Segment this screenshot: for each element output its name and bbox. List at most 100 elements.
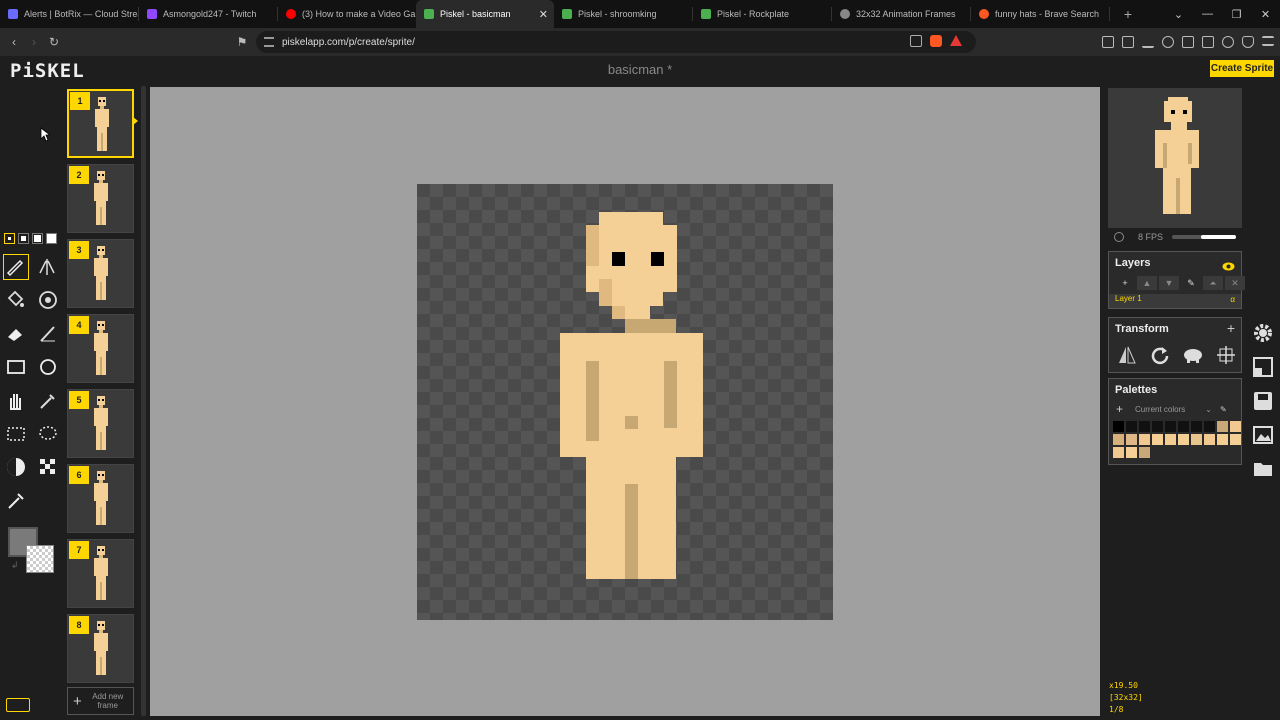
align-center-icon[interactable] <box>1214 344 1238 366</box>
chevron-down-icon[interactable]: ⌄ <box>1205 405 1212 414</box>
share-icon[interactable] <box>910 35 922 47</box>
extension-puzzle-icon[interactable] <box>1102 36 1114 48</box>
back-icon[interactable]: ‹ <box>4 32 24 52</box>
hand-icon[interactable] <box>3 388 29 414</box>
tab-piskel-rockplate[interactable]: Piskel - Rockplate <box>693 0 831 28</box>
pen-size-4[interactable] <box>46 233 57 244</box>
pen-size-3[interactable] <box>32 233 43 244</box>
keyboard-shortcuts-icon[interactable] <box>6 698 30 712</box>
edit-layer-icon[interactable]: ✎ <box>1181 276 1201 290</box>
move-layer-up-icon[interactable]: ▲ <box>1137 276 1157 290</box>
tab-brave-search[interactable]: funny hats - Brave Search <box>971 0 1109 28</box>
frame-thumbnail[interactable]: 8 <box>67 614 134 683</box>
palette-swatch[interactable] <box>1139 447 1150 458</box>
animation-preview[interactable] <box>1108 88 1242 228</box>
sidebar-icon[interactable] <box>1182 36 1194 48</box>
palette-swatch[interactable] <box>1191 421 1202 432</box>
brave-rewards-icon[interactable] <box>950 35 962 46</box>
rotate-icon[interactable] <box>1148 344 1172 366</box>
add-transform-icon[interactable]: + <box>1227 320 1235 336</box>
move-layer-down-icon[interactable]: ▼ <box>1159 276 1179 290</box>
delete-layer-icon[interactable]: ✕ <box>1225 276 1245 290</box>
palette-swatch[interactable] <box>1230 434 1241 445</box>
new-tab-button[interactable]: + <box>1118 6 1138 22</box>
eyedropper-icon[interactable] <box>3 488 29 514</box>
export-image-icon[interactable] <box>1252 424 1274 446</box>
dither-icon[interactable] <box>35 454 61 480</box>
palette-swatch[interactable] <box>1126 421 1137 432</box>
address-bar[interactable]: piskelapp.com/p/create/sprite/ <box>256 31 976 53</box>
lighten-icon[interactable] <box>3 454 29 480</box>
magic-wand-icon[interactable] <box>35 287 61 313</box>
reload-icon[interactable]: ↻ <box>44 32 64 52</box>
palette-swatch[interactable] <box>1178 421 1189 432</box>
palette-swatch[interactable] <box>1113 434 1124 445</box>
menu-icon[interactable] <box>1262 36 1274 46</box>
pen-size-1[interactable] <box>4 233 15 244</box>
tab-piskel-shroomking[interactable]: Piskel - shroomking <box>554 0 692 28</box>
color-picker-icon[interactable] <box>35 388 61 414</box>
frame-thumbnail[interactable]: 5 <box>67 389 134 458</box>
vpn-icon[interactable] <box>1242 36 1254 48</box>
forward-icon[interactable]: › <box>24 32 44 52</box>
download-icon[interactable] <box>1142 36 1154 48</box>
frame-thumbnail[interactable]: 4 <box>67 314 134 383</box>
tab-search-icon[interactable]: ⌄ <box>1164 8 1193 21</box>
close-tab-icon[interactable]: ✕ <box>539 8 548 21</box>
merge-layer-icon[interactable]: ⏶ <box>1203 276 1223 290</box>
eraser-icon[interactable] <box>3 321 29 347</box>
onion-skin-icon[interactable] <box>1114 232 1124 242</box>
rect-select-icon[interactable] <box>3 421 29 447</box>
circle-icon[interactable] <box>35 354 61 380</box>
layer-item[interactable]: Layer 1 α <box>1109 294 1241 308</box>
swap-colors-icon[interactable]: ↲ <box>11 560 19 571</box>
palette-swatch[interactable] <box>1113 447 1124 458</box>
stroke-icon[interactable] <box>35 321 61 347</box>
create-sprite-button[interactable]: Create Sprite <box>1210 60 1274 77</box>
save-icon[interactable] <box>1252 390 1274 412</box>
tab-youtube[interactable]: (3) How to make a Video Gam <box>278 0 416 28</box>
palette-swatch[interactable] <box>1204 434 1215 445</box>
frame-thumbnail[interactable]: 2 <box>67 164 134 233</box>
piskel-logo[interactable]: PiSKEL <box>10 60 85 82</box>
palette-swatch[interactable] <box>1178 434 1189 445</box>
frame-thumbnail[interactable]: 6 <box>67 464 134 533</box>
palette-swatch[interactable] <box>1165 421 1176 432</box>
palette-swatch[interactable] <box>1230 421 1241 432</box>
close-window-icon[interactable]: ✕ <box>1251 8 1280 21</box>
maximize-icon[interactable]: ❐ <box>1222 8 1251 21</box>
add-new-frame-button[interactable]: + Add new frame <box>67 687 134 715</box>
palette-swatch[interactable] <box>1165 434 1176 445</box>
paint-bucket-icon[interactable] <box>3 287 29 313</box>
palette-swatch[interactable] <box>1139 421 1150 432</box>
palette-swatch[interactable] <box>1113 421 1124 432</box>
palette-swatch[interactable] <box>1152 434 1163 445</box>
flip-icon[interactable] <box>1115 344 1139 366</box>
palette-swatch[interactable] <box>1191 434 1202 445</box>
pen-icon[interactable] <box>3 254 29 280</box>
palette-swatch[interactable] <box>1152 421 1163 432</box>
palette-swatch[interactable] <box>1217 421 1228 432</box>
edit-palette-icon[interactable]: ✎ <box>1220 405 1227 414</box>
sprite-canvas[interactable] <box>417 184 833 620</box>
site-settings-icon[interactable] <box>264 37 274 47</box>
fps-slider[interactable] <box>1172 235 1236 239</box>
minimize-icon[interactable]: — <box>1193 8 1222 20</box>
wallet-icon[interactable] <box>1202 36 1214 48</box>
tab-twitch[interactable]: Asmongold247 - Twitch <box>139 0 277 28</box>
frame-thumbnail[interactable]: 1 <box>67 89 138 158</box>
lasso-select-icon[interactable] <box>35 421 61 447</box>
frames-scrollbar[interactable] <box>141 86 146 716</box>
rectangle-icon[interactable] <box>3 354 29 380</box>
add-layer-icon[interactable]: + <box>1115 276 1135 290</box>
eye-icon[interactable] <box>1222 258 1235 276</box>
mirror-pen-icon[interactable] <box>35 254 61 280</box>
bookmark-icon[interactable]: ⚑ <box>232 32 252 52</box>
add-palette-icon[interactable]: + <box>1116 402 1123 416</box>
palette-swatch[interactable] <box>1217 434 1228 445</box>
open-folder-icon[interactable] <box>1252 458 1274 480</box>
palette-swatch[interactable] <box>1126 447 1137 458</box>
palette-swatch[interactable] <box>1139 434 1150 445</box>
layer-opacity[interactable]: α <box>1230 295 1235 304</box>
media-icon[interactable] <box>1162 36 1174 48</box>
